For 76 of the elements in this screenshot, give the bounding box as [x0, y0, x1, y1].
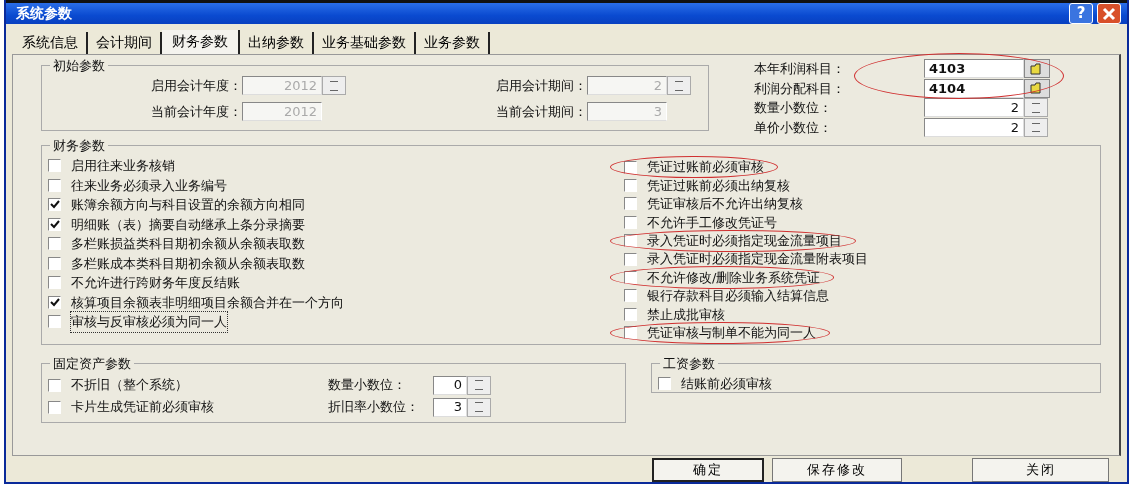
dialog-button[interactable]: 确定: [652, 458, 764, 482]
option-label[interactable]: 银行存款科目必须输入结算信息: [647, 286, 829, 306]
field-label: 数量小数位：: [328, 376, 407, 395]
field-label: 启用会计期间：: [495, 77, 587, 95]
help-button[interactable]: ?: [1069, 3, 1093, 24]
dialog-button[interactable]: 保存修改: [772, 458, 902, 482]
field-label: 利润分配科目：: [754, 79, 846, 98]
checkbox[interactable]: [48, 198, 61, 212]
folder-icon: [1030, 62, 1044, 75]
option-label[interactable]: 不折旧（整个系统）: [71, 375, 188, 395]
checkbox[interactable]: [624, 289, 637, 303]
account-field[interactable]: 4104: [924, 78, 1024, 98]
option-label[interactable]: 不允许进行跨财务年度反结账: [71, 273, 240, 293]
number-field[interactable]: 0: [433, 375, 467, 395]
field-label: 启用会计年度：: [150, 77, 242, 95]
checkbox[interactable]: [48, 295, 61, 309]
option-label[interactable]: 明细账（表）摘要自动继承上条分录摘要: [71, 214, 305, 234]
checkbox[interactable]: [48, 217, 61, 231]
close-icon: [1102, 6, 1116, 21]
option-label[interactable]: 启用往来业务核销: [71, 156, 175, 176]
option-label[interactable]: 往来业务必须录入业务编号: [71, 175, 227, 195]
option-label[interactable]: 多栏账损益类科目期初余额从余额表取数: [71, 234, 305, 254]
option-label[interactable]: 凭证过账前必须出纳复核: [647, 175, 790, 196]
option-label[interactable]: 审核与反审核必须为同一人: [71, 312, 227, 332]
spinner-button[interactable]: [467, 397, 491, 417]
lookup-button[interactable]: [1024, 78, 1050, 98]
number-field[interactable]: 3: [433, 397, 467, 417]
lookup-button[interactable]: [1024, 59, 1050, 79]
checkbox[interactable]: [48, 400, 61, 414]
field-label: 当前会计年度：: [150, 102, 242, 121]
option-label[interactable]: 多栏账成本类科目期初余额从余额表取数: [71, 253, 305, 273]
folder-icon: [1030, 82, 1044, 95]
option-label[interactable]: 录入凭证时必须指定现金流量项目: [647, 231, 842, 251]
spinner-button[interactable]: [1024, 98, 1048, 118]
checkbox[interactable]: [624, 307, 637, 321]
checkbox[interactable]: [624, 215, 637, 229]
checkbox[interactable]: [624, 179, 637, 193]
option-label[interactable]: 禁止成批审核: [647, 304, 725, 325]
number-field[interactable]: 2: [924, 98, 1024, 118]
checkbox[interactable]: [48, 315, 61, 329]
tab[interactable]: 财务参数: [162, 30, 240, 54]
checkbox[interactable]: [624, 271, 637, 285]
window-title: 系统参数: [16, 4, 73, 23]
checkbox[interactable]: [48, 378, 61, 392]
checkbox[interactable]: [48, 159, 61, 173]
account-field[interactable]: 4103: [924, 59, 1024, 79]
option-label[interactable]: 结账前必须审核: [681, 374, 772, 394]
checkbox[interactable]: [48, 276, 61, 290]
checkbox[interactable]: [624, 252, 637, 266]
close-button[interactable]: [1097, 3, 1121, 24]
checkbox[interactable]: [48, 178, 61, 192]
checkbox[interactable]: [658, 377, 671, 391]
option-label[interactable]: 卡片生成凭证前必须审核: [71, 397, 214, 417]
number-field[interactable]: 2: [924, 117, 1024, 137]
option-label[interactable]: 凭证审核后不允许出纳复核: [647, 194, 803, 214]
option-label[interactable]: 录入凭证时必须指定现金流量附表项目: [647, 249, 868, 269]
dialog-button[interactable]: 关闭: [972, 458, 1109, 482]
spinner-button[interactable]: [467, 375, 491, 395]
option-label[interactable]: 凭证过账前必须审核: [647, 157, 764, 177]
field-label: 折旧率小数位：: [328, 398, 420, 417]
checkbox[interactable]: [624, 160, 637, 174]
spinner-button[interactable]: [1024, 117, 1048, 137]
option-label[interactable]: 账簿余额方向与科目设置的余额方向相同: [71, 195, 305, 215]
option-label[interactable]: 核算项目余额表非明细项目余额合并在一个方向: [71, 292, 344, 312]
field-label: 当前会计期间：: [495, 102, 587, 121]
field-label: 单价小数位：: [754, 118, 833, 137]
checkbox[interactable]: [624, 234, 637, 248]
option-label[interactable]: 不允许手工修改凭证号: [647, 212, 777, 233]
checkbox[interactable]: [48, 256, 61, 270]
field-label: 本年利润科目：: [754, 60, 846, 78]
checkbox[interactable]: [624, 326, 637, 340]
option-label[interactable]: 凭证审核与制单不能为同一人: [647, 322, 816, 343]
field-label: 数量小数位：: [754, 99, 833, 117]
option-label[interactable]: 不允许修改/删除业务系统凭证: [647, 267, 821, 288]
checkbox[interactable]: [624, 197, 637, 211]
checkbox[interactable]: [48, 237, 61, 251]
